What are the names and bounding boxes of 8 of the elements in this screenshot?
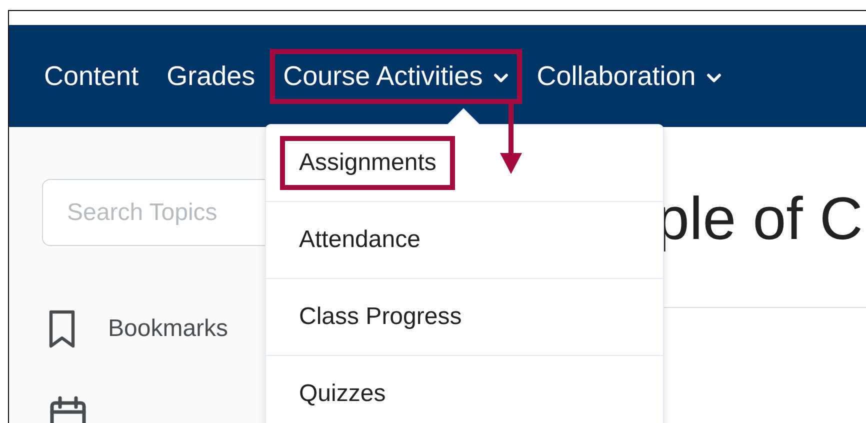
nav-tab[interactable]: Course Activities xyxy=(270,48,522,104)
bookmark-icon xyxy=(48,309,76,349)
menu-item[interactable]: Assignments xyxy=(280,136,456,190)
calendar-icon xyxy=(48,395,88,423)
sidebar-item[interactable]: Bookmarks xyxy=(108,315,228,343)
nav-tab[interactable]: Content xyxy=(31,48,152,104)
nav-tab[interactable]: Collaboration xyxy=(524,48,735,104)
nav-tab[interactable]: Grades xyxy=(154,48,268,104)
